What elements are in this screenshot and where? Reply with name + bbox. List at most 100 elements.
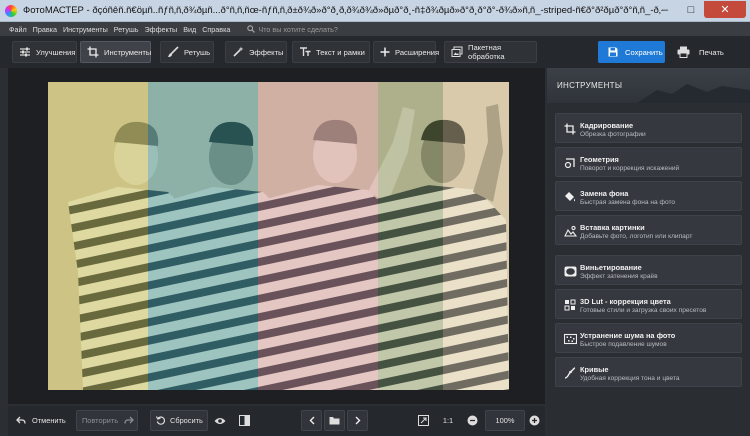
tool-title: 3D Lut - коррекция цвета — [580, 297, 671, 306]
printer-icon — [677, 46, 690, 58]
plus-icon — [380, 46, 390, 58]
zoom-out-icon — [467, 415, 477, 426]
tint-band-cream — [443, 82, 509, 390]
next-image-button[interactable] — [347, 410, 368, 431]
tools-panel: ИНСТРУМЕНТЫ Кадрирование Обрезка фотогра… — [547, 68, 750, 436]
canvas-area[interactable] — [8, 68, 545, 404]
tab-label: Эффекты — [249, 47, 284, 57]
zoom-in-button[interactable] — [527, 410, 541, 431]
tool-denoise[interactable]: Устранение шума на фото Быстрое подавлен… — [555, 323, 742, 353]
vignette-icon — [563, 264, 577, 278]
tab-text-frames[interactable]: Текст и рамки — [292, 41, 370, 63]
insert-image-icon — [563, 224, 577, 238]
folder-icon — [329, 417, 340, 425]
tab-improvements[interactable]: Улучшения — [12, 41, 77, 63]
tint-band-yellow — [48, 82, 148, 390]
save-label: Сохранить — [625, 47, 663, 57]
text-icon — [299, 46, 311, 58]
tool-3d-lut[interactable]: 3D Lut - коррекция цвета Готовые стили и… — [555, 289, 742, 319]
batch-icon — [451, 46, 463, 58]
tool-desc: Готовые стили и загрузка своих пресетов — [580, 307, 707, 314]
tab-label: Текст и рамки — [316, 47, 365, 57]
compare-icon — [238, 415, 250, 426]
tab-effects[interactable]: Эффекты — [225, 41, 287, 63]
tab-extensions[interactable]: Расширения — [373, 41, 440, 63]
open-folder-button[interactable] — [324, 410, 345, 431]
menu-search[interactable]: Что вы хотите сделать? — [247, 24, 338, 34]
tool-geometry[interactable]: Геометрия Поворот и коррекция искажений — [555, 147, 742, 177]
crop-icon — [563, 122, 577, 136]
tool-background-replace[interactable]: Замена фона Быстрая замена фона на фото — [555, 181, 742, 211]
window-controls: – □ ✕ — [652, 1, 746, 18]
ratio-label: 1:1 — [442, 416, 454, 425]
batch-processing-button[interactable]: Пакетная обработка — [444, 41, 537, 63]
menu-effects[interactable]: Эффекты — [142, 25, 181, 34]
compare-button[interactable] — [236, 410, 252, 431]
tab-label: Расширения — [395, 47, 440, 57]
denoise-icon — [563, 332, 577, 346]
zoom-level-field[interactable]: 100% — [485, 410, 525, 431]
menu-file[interactable]: Файл — [6, 25, 30, 34]
menu-tools[interactable]: Инструменты — [60, 25, 111, 34]
tool-desc: Удобная коррекция тона и цвета — [580, 375, 680, 382]
tab-label: Улучшения — [36, 47, 76, 57]
tint-band-olive — [378, 82, 443, 390]
search-placeholder: Что вы хотите сделать? — [258, 24, 338, 34]
undo-button[interactable]: Отменить — [14, 410, 72, 431]
undo-icon — [16, 416, 26, 425]
search-icon — [247, 25, 256, 33]
paint-bucket-icon — [563, 190, 577, 204]
menu-retouch[interactable]: Ретушь — [111, 25, 142, 34]
close-button[interactable]: ✕ — [704, 1, 746, 18]
chevron-left-icon — [309, 416, 314, 425]
geometry-icon — [563, 156, 577, 170]
tool-desc: Эффект затенения краёв — [580, 273, 658, 280]
reset-button[interactable]: Сбросить — [150, 410, 208, 431]
tool-crop[interactable]: Кадрирование Обрезка фотографии — [555, 113, 742, 143]
panel-title: ИНСТРУМЕНТЫ — [557, 81, 623, 90]
batch-label: Пакетная обработка — [468, 43, 505, 61]
prev-image-button[interactable] — [301, 410, 322, 431]
tool-desc: Быстрое подавление шумов — [580, 341, 667, 348]
main-toolbar: Улучшения Инструменты Ретушь Эффекты Тек… — [0, 36, 750, 68]
app-logo-icon — [5, 4, 17, 17]
tool-title: Кадрирование — [580, 121, 634, 130]
minimize-button[interactable]: – — [652, 1, 678, 18]
photo-preview[interactable] — [48, 82, 509, 390]
zoom-out-button[interactable] — [465, 410, 479, 431]
title-bar: ФотоМАСТЕР - ðçóñêñ.ñ€öµñ..ñƒñ‚ñ‚ð¾ðµñ..… — [0, 0, 750, 22]
zoom-in-icon — [529, 415, 539, 426]
menu-bar: Файл Правка Инструменты Ретушь Эффекты В… — [0, 22, 750, 36]
save-button[interactable]: Сохранить — [598, 41, 665, 63]
print-button[interactable]: Печать — [672, 41, 738, 63]
tool-vignette[interactable]: Виньетирование Эффект затенения краёв — [555, 255, 742, 285]
tool-curves[interactable]: Кривые Удобная коррекция тона и цвета — [555, 357, 742, 387]
zoom-value: 100% — [495, 416, 515, 425]
redo-button[interactable]: Повторить — [76, 410, 138, 431]
preview-eye-button[interactable] — [212, 410, 228, 431]
fit-to-screen-button[interactable] — [415, 410, 431, 431]
tab-tools[interactable]: Инструменты — [80, 41, 151, 63]
actual-size-button[interactable]: 1:1 — [440, 410, 456, 431]
tool-desc: Быстрая замена фона на фото — [580, 199, 676, 206]
tool-title: Устранение шума на фото — [580, 331, 676, 340]
undo-label: Отменить — [32, 416, 66, 425]
tool-title: Геометрия — [580, 155, 619, 164]
reset-icon — [156, 416, 165, 425]
tint-band-teal — [148, 82, 258, 390]
menu-edit[interactable]: Правка — [30, 25, 60, 34]
menu-view[interactable]: Вид — [180, 25, 199, 34]
curves-icon — [563, 366, 577, 380]
brush-icon — [167, 46, 179, 58]
tool-insert-image[interactable]: Вставка картинки Добавьте фото, логотип … — [555, 215, 742, 245]
save-icon — [607, 46, 619, 58]
tool-title: Вставка картинки — [580, 223, 645, 232]
chevron-right-icon — [355, 416, 360, 425]
tool-title: Кривые — [580, 365, 609, 374]
tool-desc: Обрезка фотографии — [580, 131, 646, 138]
tab-retouch[interactable]: Ретушь — [160, 41, 214, 63]
menu-help[interactable]: Справка — [199, 25, 233, 34]
tool-desc: Поворот и коррекция искажений — [580, 165, 680, 172]
print-label: Печать — [699, 47, 724, 57]
maximize-button[interactable]: □ — [678, 1, 704, 18]
